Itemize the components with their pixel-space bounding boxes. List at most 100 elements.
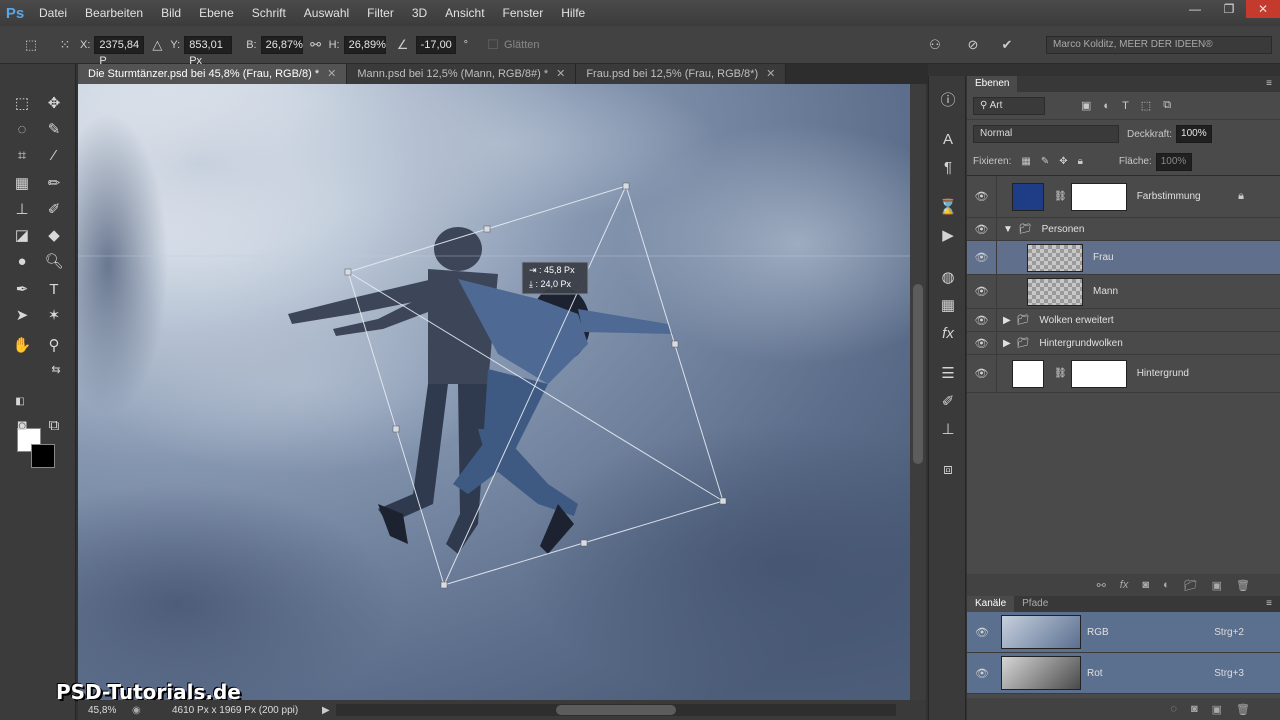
new-layer-icon[interactable]: ▣ [1212, 579, 1222, 592]
lock-transparent-icon[interactable]: ▦ [1021, 156, 1030, 167]
paint-bucket-icon[interactable]: ◆ [42, 224, 66, 246]
save-selection-icon[interactable]: ◙ [1191, 703, 1198, 715]
lock-all-icon[interactable]: 🔒︎ [1078, 156, 1083, 167]
fx-icon[interactable]: fx [936, 322, 960, 344]
clone-source-icon[interactable]: ⊥ [936, 418, 960, 440]
brush-icon[interactable]: ✏ [42, 172, 66, 194]
close-icon[interactable]: ✕ [766, 68, 775, 80]
link-icon[interactable]: ⚯ [307, 36, 325, 54]
add-mask-icon[interactable]: ◙ [1142, 579, 1149, 591]
layer-mask-thumbnail[interactable] [1070, 182, 1127, 211]
eraser-icon[interactable]: ◪ [10, 224, 34, 246]
hand-icon[interactable]: ✋ [10, 334, 34, 356]
crop-icon[interactable]: ⌗ [10, 144, 34, 166]
layer-mask-thumbnail[interactable] [1070, 359, 1127, 388]
move-icon[interactable]: ✥ [42, 92, 66, 114]
lasso-icon[interactable]: ◌ [10, 118, 34, 140]
layer-style-icon[interactable]: fx [1120, 579, 1129, 591]
swatches-icon[interactable]: ◍ [936, 266, 960, 288]
info-icon[interactable]: ⓘ [936, 88, 960, 110]
cancel-transform-icon[interactable]: ⊘ [964, 36, 982, 54]
adjustment-layer-icon[interactable]: ◐ [1163, 579, 1170, 591]
quick-mask-icon[interactable]: ◙ [10, 414, 34, 436]
panel-menu-icon[interactable]: ≡ [1266, 78, 1272, 89]
vertical-scrollbar[interactable] [910, 84, 926, 700]
commit-transform-icon[interactable]: ✔ [998, 36, 1016, 54]
layer-group-row[interactable]: 👁︎ ▼ 📁︎ Personen [967, 218, 1280, 241]
close-icon[interactable]: ✕ [327, 68, 336, 80]
eyedropper-icon[interactable]: ⁄ [42, 144, 66, 166]
angle-field[interactable]: -17,00 [415, 35, 456, 54]
history-brush-icon[interactable]: ✐ [42, 198, 66, 220]
warp-icon[interactable]: ⚇ [926, 36, 944, 54]
horizontal-scrollbar[interactable] [336, 704, 896, 716]
tab-sturmtaenzer[interactable]: Die Sturmtänzer.psd bei 45,8% (Frau, RGB… [78, 64, 348, 84]
filter-adjust-icon[interactable]: ◐ [1103, 100, 1110, 112]
type-icon[interactable]: T [42, 278, 66, 300]
status-icon[interactable]: ◉ [132, 705, 146, 716]
swap-colors-icon[interactable]: ⇆ [44, 358, 68, 380]
new-group-icon[interactable]: 📁︎ [1184, 579, 1198, 592]
history-icon[interactable]: ⌛ [936, 196, 960, 218]
menu-bearbeiten[interactable]: Bearbeiten [76, 0, 152, 26]
visibility-eye-icon[interactable]: 👁︎ [967, 332, 997, 354]
lock-paint-icon[interactable]: ✎ [1041, 156, 1049, 167]
opacity-field[interactable]: 100% [1176, 125, 1213, 143]
x-position-field[interactable]: 2375,84 P [94, 35, 145, 67]
layer-row[interactable]: 👁︎ Mann [967, 275, 1280, 309]
layer-row[interactable]: 👁︎ ⛓ Hintergrund [967, 355, 1280, 393]
close-icon[interactable]: ✕ [556, 68, 565, 80]
character-icon[interactable]: A [936, 128, 960, 150]
chain-icon[interactable]: ⛓ [1054, 368, 1067, 379]
new-channel-icon[interactable]: ▣ [1212, 703, 1222, 716]
path-select-icon[interactable]: ➤ [10, 304, 34, 326]
delete-layer-icon[interactable]: 🗑︎ [1236, 579, 1250, 592]
stamp-icon[interactable]: ⊥ [10, 198, 34, 220]
menu-schrift[interactable]: Schrift [243, 0, 295, 26]
delta-icon[interactable]: △ [148, 36, 166, 54]
quick-select-icon[interactable]: ✎ [42, 118, 66, 140]
filter-shape-icon[interactable]: ⬚ [1141, 99, 1151, 112]
3d-icon[interactable]: ⧈ [936, 458, 960, 480]
background-color[interactable] [31, 444, 55, 468]
layer-group-row[interactable]: 👁︎ ▶ 📁︎ Wolken erweitert [967, 309, 1280, 332]
channel-row[interactable]: 👁︎ Rot Strg+3 [967, 653, 1280, 694]
visibility-eye-icon[interactable]: 👁︎ [967, 653, 997, 693]
y-position-field[interactable]: 853,01 Px [184, 35, 233, 67]
marquee-icon[interactable]: ⬚ [10, 92, 34, 114]
menu-hilfe[interactable]: Hilfe [552, 0, 594, 26]
document-canvas[interactable]: ⇥ : 45,8 Px ⤓ : 24,0 Px [78, 84, 910, 700]
smooth-checkbox[interactable]: ☐ [484, 36, 502, 54]
tab-channels[interactable]: Kanäle [967, 596, 1015, 612]
panel-menu-icon[interactable]: ≡ [1266, 598, 1272, 609]
styles-icon[interactable]: ▦ [936, 294, 960, 316]
layer-row[interactable]: 👁︎ ⛓ Farbstimmung 🔒︎ [967, 176, 1280, 218]
menu-bild[interactable]: Bild [152, 0, 190, 26]
brush-presets-icon[interactable]: ✐ [936, 390, 960, 412]
chain-icon[interactable]: ⛓ [1054, 191, 1067, 202]
menu-filter[interactable]: Filter [358, 0, 403, 26]
width-field[interactable]: 26,87% [260, 35, 303, 54]
load-selection-icon[interactable]: ◌ [1170, 703, 1177, 715]
delete-channel-icon[interactable]: 🗑︎ [1236, 703, 1250, 716]
lock-move-icon[interactable]: ✥ [1059, 156, 1067, 167]
tab-layers[interactable]: Ebenen [967, 76, 1018, 92]
reference-point-icon[interactable]: ⁙ [56, 36, 74, 54]
menu-ebene[interactable]: Ebene [190, 0, 243, 26]
filter-smart-icon[interactable]: ⧉ [1163, 99, 1171, 112]
status-menu-icon[interactable]: ▶ [322, 705, 330, 716]
restore-button[interactable]: ❐ [1212, 0, 1246, 18]
visibility-eye-icon[interactable]: 👁︎ [967, 241, 997, 274]
tab-frau[interactable]: Frau.psd bei 12,5% (Frau, RGB/8*) ✕ [576, 64, 787, 84]
visibility-eye-icon[interactable]: 👁︎ [967, 309, 997, 331]
menu-ansicht[interactable]: Ansicht [436, 0, 493, 26]
horizontal-scroll-thumb[interactable] [556, 705, 676, 715]
account-select[interactable]: Marco Kolditz, MEER DER IDEEN® [1046, 36, 1272, 54]
visibility-eye-icon[interactable]: 👁︎ [967, 275, 997, 308]
shape-icon[interactable]: ✶ [42, 304, 66, 326]
channel-row[interactable]: 👁︎ RGB Strg+2 [967, 612, 1280, 653]
dodge-icon[interactable]: 🔍︎ [42, 250, 66, 272]
screen-mode-icon[interactable]: ⧉ [42, 414, 66, 436]
layer-group-row[interactable]: 👁︎ ▶ 📁︎ Hintergrundwolken [967, 332, 1280, 355]
default-colors-icon[interactable]: ◧ [8, 390, 32, 412]
